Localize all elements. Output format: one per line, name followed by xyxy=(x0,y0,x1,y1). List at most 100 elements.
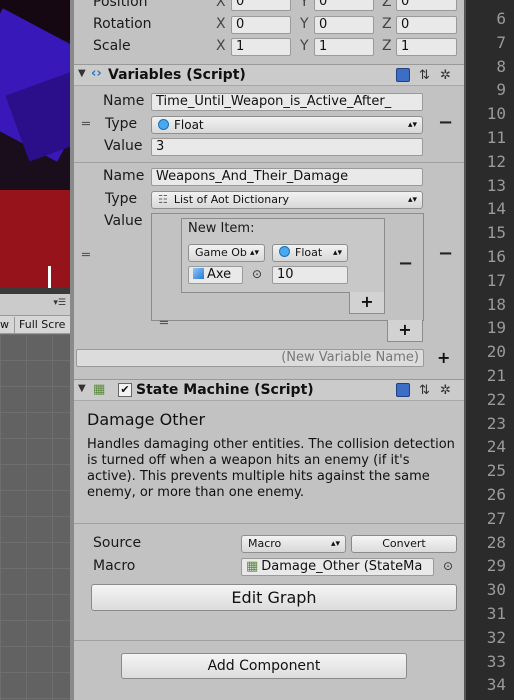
variable-type-value: Float xyxy=(174,118,204,132)
add-list-item-button[interactable]: + xyxy=(387,320,423,342)
scale-label: Scale xyxy=(93,38,131,54)
line-number: 21 xyxy=(486,366,506,385)
axis-y-label: Y xyxy=(300,0,309,10)
rotation-z-field[interactable]: 0 xyxy=(396,16,457,34)
line-number: 12 xyxy=(486,151,506,171)
position-z-field[interactable]: 0 xyxy=(396,0,457,11)
foldout-arrow-icon[interactable]: ▼ xyxy=(78,383,86,394)
inspector-panel: Position X 0 Y 0 Z 0 Rotation X 0 Y 0 Z … xyxy=(74,0,464,700)
macro-value: Damage_Other (StateMa xyxy=(261,559,423,574)
scale-y-field[interactable]: 1 xyxy=(314,38,374,56)
variable-name-field[interactable]: Time_Until_Weapon_is_Active_After_ xyxy=(151,93,423,111)
rotation-label: Rotation xyxy=(93,16,152,32)
axis-z-label: Z xyxy=(382,38,392,54)
convert-button[interactable]: Convert xyxy=(351,535,457,553)
state-machine-icon: ▦ xyxy=(93,382,106,397)
variable-type-dropdown[interactable]: ☷ List of Aot Dictionary ▴▾ xyxy=(151,191,423,209)
type-label: Type xyxy=(105,191,138,207)
preset-sliders-icon[interactable]: ⇅ xyxy=(419,68,430,83)
float-type-icon xyxy=(158,119,169,130)
variable-type-dropdown[interactable]: Float ▴▾ xyxy=(151,116,423,134)
key-object-field[interactable]: Axe xyxy=(188,266,243,284)
object-picker-icon[interactable]: ⊙ xyxy=(443,559,453,573)
line-number: 17 xyxy=(486,270,506,290)
new-variable-name-input[interactable]: (New Variable Name) xyxy=(76,349,424,367)
enabled-checkbox[interactable]: ✔ xyxy=(118,383,132,397)
line-number: 24 xyxy=(486,437,506,457)
foldout-arrow-icon[interactable]: ▼ xyxy=(78,68,86,79)
component-title: Variables (Script) xyxy=(108,67,246,83)
remove-variable-button[interactable]: − xyxy=(438,243,453,264)
source-value: Macro xyxy=(248,537,282,550)
dropdown-arrows-icon: ▴▾ xyxy=(249,248,259,258)
float-type-icon xyxy=(279,246,290,257)
line-number: 33 xyxy=(486,651,506,671)
tab-full-screen[interactable]: Full Scre xyxy=(14,317,70,333)
key-type-value: Game Ob xyxy=(195,246,247,259)
line-number: 13 xyxy=(486,175,506,195)
axis-z-label: Z xyxy=(382,0,392,10)
variables-component-header[interactable]: ▼ ‹› Variables (Script) ⇅ ✲ xyxy=(74,64,464,86)
macro-object-field[interactable]: ▦ Damage_Other (StateMa xyxy=(241,558,434,576)
rotation-x-field[interactable]: 0 xyxy=(231,16,291,34)
edit-graph-button[interactable]: Edit Graph xyxy=(91,584,457,611)
axis-x-label: X xyxy=(216,38,226,54)
divider xyxy=(74,640,464,641)
add-variable-button[interactable]: + xyxy=(437,348,450,367)
scale-x-field[interactable]: 1 xyxy=(231,38,291,56)
state-machine-component-header[interactable]: ▼ ▦ ✔ State Machine (Script) ⇅ ✲ xyxy=(74,379,464,401)
preset-sliders-icon[interactable]: ⇅ xyxy=(419,383,430,398)
source-label: Source xyxy=(93,535,142,551)
gear-icon[interactable]: ✲ xyxy=(440,383,451,398)
macro-label: Macro xyxy=(93,558,136,574)
object-picker-icon[interactable]: ⊙ xyxy=(252,267,262,281)
game-view-tab-row: w Full Scre xyxy=(0,316,70,334)
line-number: 26 xyxy=(486,485,506,504)
item-value-field[interactable]: 10 xyxy=(272,266,348,284)
variable-name-field[interactable]: Weapons_And_Their_Damage xyxy=(151,168,423,186)
dropdown-arrows-icon: ▴▾ xyxy=(407,120,417,130)
source-dropdown[interactable]: Macro ▴▾ xyxy=(241,535,346,553)
line-number: 22 xyxy=(486,389,506,409)
line-number: 20 xyxy=(486,342,506,362)
variable-value-field[interactable]: 3 xyxy=(151,138,423,156)
drag-handle-icon[interactable]: ═ xyxy=(82,248,90,263)
line-number: 8 xyxy=(496,56,506,76)
axis-y-label: Y xyxy=(300,38,309,54)
dropdown-menu-icon[interactable]: ▾☰ xyxy=(53,298,66,308)
axis-z-label: Z xyxy=(382,16,392,32)
value-label: Value xyxy=(104,213,143,229)
remove-variable-button[interactable]: − xyxy=(438,112,453,133)
line-number: 30 xyxy=(486,580,506,600)
value-type-dropdown[interactable]: Float ▴▾ xyxy=(272,244,348,262)
component-title: State Machine (Script) xyxy=(136,382,314,398)
line-number: 16 xyxy=(486,247,506,266)
add-component-button[interactable]: Add Component xyxy=(121,653,407,679)
line-number: 34 xyxy=(486,675,506,695)
position-y-field[interactable]: 0 xyxy=(314,0,374,11)
line-number: 10 xyxy=(486,104,506,124)
rotation-y-field[interactable]: 0 xyxy=(314,16,374,34)
name-label: Name xyxy=(103,168,145,184)
add-item-button[interactable]: + xyxy=(349,292,385,314)
line-number: 29 xyxy=(486,556,506,576)
script-icon: ‹› xyxy=(91,66,102,81)
line-number: 9 xyxy=(496,80,506,100)
help-book-icon[interactable] xyxy=(396,68,410,83)
scale-z-field[interactable]: 1 xyxy=(396,38,457,56)
scene-view[interactable] xyxy=(0,0,70,288)
gear-icon[interactable]: ✲ xyxy=(440,68,451,83)
drag-handle-icon[interactable]: ═ xyxy=(82,117,90,132)
tab-view[interactable]: w xyxy=(0,317,12,333)
drag-handle-icon[interactable]: ═ xyxy=(160,316,168,331)
scene-highlight xyxy=(48,266,51,288)
remove-item-button[interactable]: − xyxy=(398,253,413,274)
help-book-icon[interactable] xyxy=(396,383,410,398)
line-number: 25 xyxy=(486,461,506,481)
value-label: Value xyxy=(104,138,143,154)
line-number: 7 xyxy=(496,32,506,52)
position-x-field[interactable]: 0 xyxy=(231,0,291,11)
line-number: 15 xyxy=(486,223,506,243)
grid-view[interactable] xyxy=(0,334,70,700)
key-type-dropdown[interactable]: Game Ob ▴▾ xyxy=(188,244,265,262)
